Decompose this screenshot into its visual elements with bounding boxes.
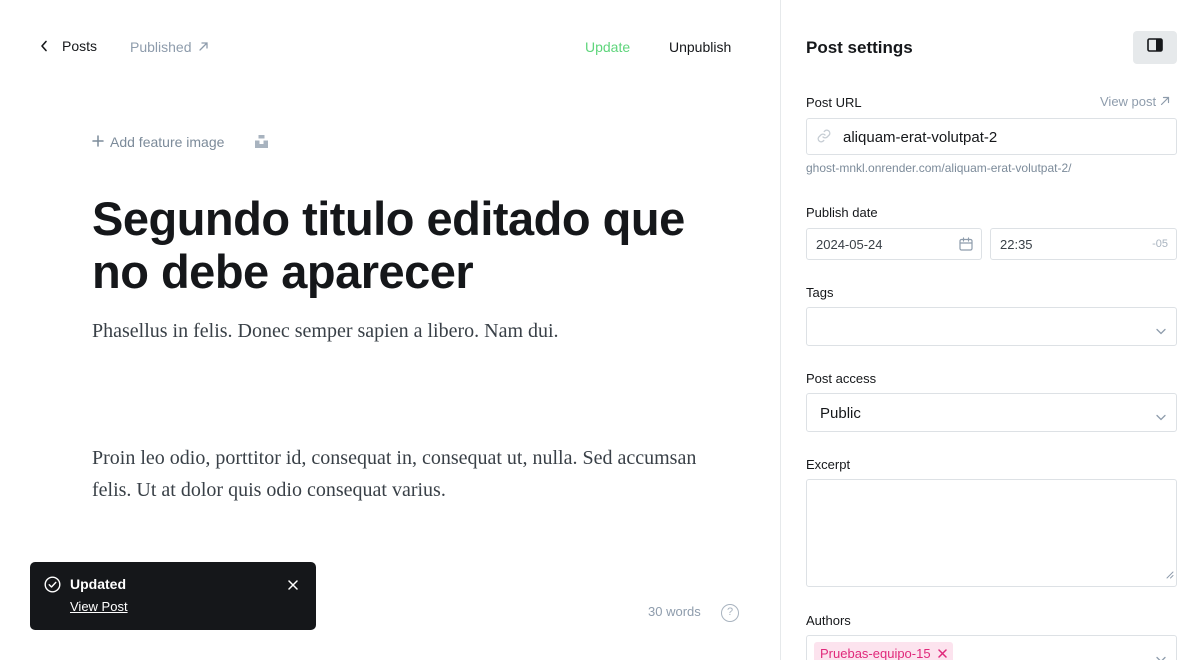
- sidebar-toggle-button[interactable]: [1133, 31, 1177, 64]
- calendar-icon[interactable]: [959, 237, 973, 256]
- check-circle-icon: [44, 576, 61, 598]
- unpublish-button[interactable]: Unpublish: [669, 39, 731, 55]
- add-feature-image-label: Add feature image: [110, 134, 225, 150]
- update-button[interactable]: Update: [585, 39, 630, 55]
- excerpt-textarea[interactable]: [806, 479, 1177, 587]
- back-to-posts-link[interactable]: Posts: [40, 38, 97, 54]
- post-access-value: Public: [820, 405, 861, 422]
- authors-label: Authors: [806, 613, 851, 628]
- post-url-full: ghost-mnkl.onrender.com/aliquam-erat-vol…: [806, 161, 1072, 175]
- post-settings-panel: Post settings Post URL View post aliquam…: [780, 0, 1200, 660]
- publish-time-input[interactable]: 22:35 -05: [990, 228, 1177, 260]
- help-icon[interactable]: ?: [721, 604, 739, 622]
- publish-date-label: Publish date: [806, 205, 878, 220]
- publish-time-value: 22:35: [1000, 237, 1033, 252]
- editor-pane: Posts Published Update Unpublish Add fea…: [0, 0, 780, 660]
- post-url-label: Post URL: [806, 95, 862, 110]
- post-status-link[interactable]: Published: [130, 39, 209, 55]
- chevron-down-icon: [1156, 322, 1166, 340]
- editor-topbar: Posts Published Update Unpublish: [0, 0, 780, 94]
- post-access-label: Post access: [806, 371, 877, 386]
- author-chip: Pruebas-equipo-15: [814, 642, 953, 660]
- post-excerpt-subtitle[interactable]: Phasellus in felis. Donec semper sapien …: [92, 318, 732, 344]
- post-access-select[interactable]: Public: [806, 393, 1177, 432]
- view-post-label: View post: [1100, 94, 1157, 109]
- resize-handle-icon[interactable]: [1165, 566, 1174, 584]
- publish-date-input[interactable]: 2024-05-24: [806, 228, 982, 260]
- arrow-up-right-icon: [198, 39, 209, 55]
- close-icon[interactable]: [288, 577, 298, 595]
- view-post-link[interactable]: View post: [1100, 94, 1170, 109]
- excerpt-label: Excerpt: [806, 457, 851, 472]
- authors-input[interactable]: Pruebas-equipo-15: [806, 635, 1177, 660]
- tags-input[interactable]: [806, 307, 1177, 346]
- post-url-value: aliquam-erat-volutpat-2: [843, 129, 998, 146]
- toast-title: Updated: [70, 576, 126, 592]
- back-label: Posts: [62, 38, 98, 54]
- chevron-left-icon: [40, 40, 48, 52]
- post-body-paragraph[interactable]: Proin leo odio, porttitor id, consequat …: [92, 442, 712, 506]
- post-url-input[interactable]: aliquam-erat-volutpat-2: [806, 118, 1177, 155]
- add-feature-image-button[interactable]: Add feature image: [92, 134, 224, 150]
- chevron-down-icon: [1156, 408, 1166, 426]
- chevron-down-icon: [1156, 650, 1166, 660]
- post-status-label: Published: [130, 39, 192, 55]
- word-count: 30 words: [648, 604, 701, 619]
- settings-title: Post settings: [806, 38, 913, 57]
- publish-date-value: 2024-05-24: [816, 237, 883, 252]
- notification-toast: Updated View Post: [30, 562, 316, 630]
- unsplash-icon[interactable]: [254, 134, 269, 154]
- author-name: Pruebas-equipo-15: [820, 645, 931, 660]
- toast-view-post-link[interactable]: View Post: [70, 599, 128, 614]
- tags-label: Tags: [806, 285, 834, 300]
- plus-icon: [92, 134, 104, 150]
- arrow-up-right-icon: [1160, 94, 1170, 109]
- link-icon: [817, 129, 831, 148]
- timezone-label: -05: [1152, 238, 1168, 250]
- remove-author-icon[interactable]: [937, 646, 947, 660]
- sidebar-toggle-icon: [1147, 38, 1163, 57]
- post-title[interactable]: Segundo titulo editado que no debe apare…: [92, 192, 692, 298]
